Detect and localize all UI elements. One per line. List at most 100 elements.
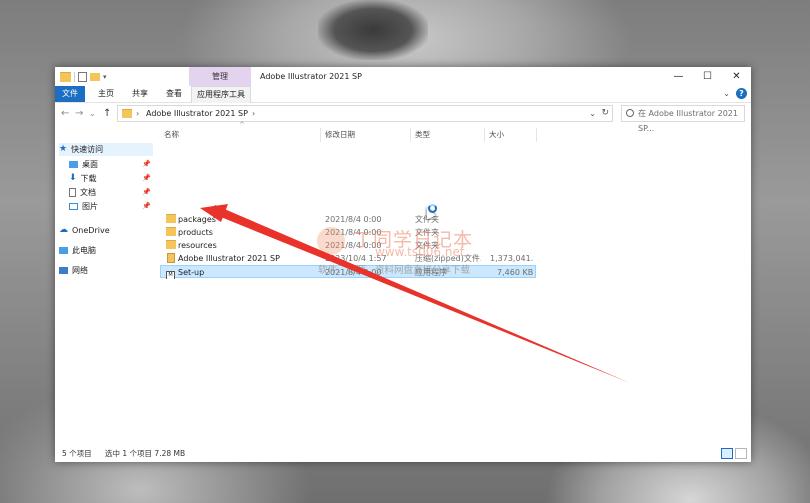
file-type: 应用程序 bbox=[415, 268, 447, 277]
sidebar-item-pictures[interactable]: 图片 📌 bbox=[69, 200, 153, 213]
file-name: Set-up bbox=[178, 268, 205, 277]
sidebar-item-quick-access[interactable]: ★ 快速访问 bbox=[59, 143, 153, 156]
exe-icon: M bbox=[166, 266, 175, 279]
ribbon-right-controls: ⌄ ? bbox=[723, 88, 747, 99]
sidebar-item-label: 网络 bbox=[72, 266, 88, 275]
folder-icon bbox=[166, 226, 176, 239]
tab-manage-context[interactable]: 管理 bbox=[189, 67, 251, 86]
sidebar-item-label: 图片 bbox=[82, 202, 98, 211]
view-toggle bbox=[721, 448, 747, 459]
quick-access-toolbar: ▾ bbox=[60, 71, 107, 82]
pin-icon: 📌 bbox=[142, 188, 151, 196]
maximize-button[interactable]: ☐ bbox=[693, 67, 722, 86]
refresh-icon[interactable]: ↻ bbox=[601, 106, 609, 121]
file-name: packages bbox=[178, 215, 216, 224]
file-row-selected[interactable]: M Set-up 2021/8/4 0:00 应用程序 7,460 KB bbox=[160, 265, 536, 279]
file-name: products bbox=[178, 228, 213, 237]
search-input[interactable]: 在 Adobe Illustrator 2021 SP... bbox=[621, 105, 745, 133]
computer-icon bbox=[59, 247, 68, 254]
column-separator[interactable] bbox=[320, 128, 321, 142]
file-type: 压缩(zipped)文件... bbox=[415, 254, 481, 263]
file-modified: 2021/8/4 0:00 bbox=[325, 228, 382, 237]
file-name: Adobe Illustrator 2021 SP bbox=[178, 254, 280, 263]
file-explorer-window: ▾ 管理 Adobe Illustrator 2021 SP — ☐ ✕ 文件 … bbox=[55, 67, 751, 462]
search-icon bbox=[626, 109, 634, 117]
column-separator[interactable] bbox=[410, 128, 411, 142]
sidebar-item-label: 文档 bbox=[80, 188, 96, 197]
recent-locations-button[interactable]: ⌄ bbox=[89, 109, 96, 118]
address-path[interactable]: Adobe Illustrator 2021 SP bbox=[146, 106, 248, 121]
title-bar: ▾ 管理 Adobe Illustrator 2021 SP — ☐ ✕ bbox=[55, 67, 751, 86]
back-button[interactable]: ← bbox=[61, 108, 69, 119]
chevron-right-icon[interactable]: › bbox=[252, 106, 255, 121]
zip-icon bbox=[167, 252, 175, 266]
tab-file[interactable]: 文件 bbox=[55, 86, 85, 102]
busy-spinner-icon bbox=[428, 204, 437, 213]
divider bbox=[74, 71, 75, 82]
file-row[interactable]: packages 2021/8/4 0:00 文件夹 bbox=[160, 213, 536, 226]
chevron-right-icon: › bbox=[136, 109, 140, 118]
folder-icon[interactable] bbox=[60, 71, 71, 82]
close-button[interactable]: ✕ bbox=[722, 67, 751, 86]
folder-icon bbox=[166, 213, 176, 226]
file-type: 文件夹 bbox=[415, 241, 439, 250]
new-folder-icon[interactable] bbox=[90, 72, 100, 81]
window-controls: — ☐ ✕ bbox=[664, 67, 751, 86]
tab-application-tools[interactable]: 应用程序工具 bbox=[191, 86, 251, 103]
network-icon bbox=[59, 267, 68, 274]
file-modified: 2021/8/4 0:00 bbox=[325, 215, 382, 224]
up-button[interactable]: ↑ bbox=[103, 108, 111, 119]
folder-icon bbox=[122, 109, 132, 118]
pin-icon: 📌 bbox=[142, 202, 151, 210]
forward-button[interactable]: → bbox=[75, 108, 83, 119]
sidebar-item-label: 下载 bbox=[80, 174, 97, 183]
address-dropdown-icon[interactable]: ⌄ bbox=[589, 106, 596, 121]
file-modified: 2023/10/4 1:57 bbox=[325, 254, 387, 263]
help-icon[interactable]: ? bbox=[736, 88, 747, 99]
pin-icon: 📌 bbox=[142, 174, 151, 182]
tab-view[interactable]: 查看 bbox=[161, 86, 187, 102]
folder-icon bbox=[166, 239, 176, 252]
file-type: 文件夹 bbox=[415, 228, 439, 237]
sidebar-item-documents[interactable]: 文档 📌 bbox=[69, 186, 153, 199]
file-list: ^ 名称 修改日期 类型 大小 packages 2021/8/4 0:00 文… bbox=[158, 121, 751, 445]
sidebar-item-this-pc[interactable]: 此电脑 bbox=[59, 244, 153, 257]
wallpaper-cat-nose bbox=[318, 0, 428, 60]
column-header-size[interactable]: 大小 bbox=[489, 128, 504, 142]
picture-icon bbox=[69, 203, 78, 210]
large-icons-view-icon[interactable] bbox=[735, 448, 747, 459]
sidebar-item-desktop[interactable]: 桌面 📌 bbox=[69, 158, 153, 171]
file-row[interactable]: resources 2021/8/4 0:00 文件夹 bbox=[160, 239, 536, 252]
selection-info: 选中 1 个项目 7.28 MB bbox=[105, 449, 186, 458]
column-separator[interactable] bbox=[484, 128, 485, 142]
file-row[interactable]: products 2021/8/4 0:00 文件夹 bbox=[160, 226, 536, 239]
minimize-button[interactable]: — bbox=[664, 67, 693, 86]
sort-arrow-icon: ^ bbox=[239, 121, 245, 129]
address-bar-row: ← → ⌄ ↑ › Adobe Illustrator 2021 SP › ⌄ … bbox=[55, 103, 751, 133]
details-view-icon[interactable] bbox=[721, 448, 733, 459]
sidebar-item-label: 快速访问 bbox=[71, 145, 104, 154]
column-separator[interactable] bbox=[536, 128, 537, 142]
status-bar: 5 个项目 选中 1 个项目 7.28 MB bbox=[55, 445, 751, 462]
file-size: 7,460 KB bbox=[497, 268, 534, 277]
cloud-icon: ☁ bbox=[59, 225, 68, 235]
column-header-type[interactable]: 类型 bbox=[415, 128, 430, 142]
download-icon: ⬇ bbox=[69, 173, 77, 183]
customize-toolbar-icon[interactable]: ▾ bbox=[103, 73, 107, 81]
file-modified: 2021/8/4 0:00 bbox=[325, 241, 382, 250]
expand-ribbon-icon[interactable]: ⌄ bbox=[723, 89, 730, 98]
sidebar-item-label: 桌面 bbox=[82, 160, 98, 169]
tab-home[interactable]: 主页 bbox=[93, 86, 119, 102]
sidebar-item-network[interactable]: 网络 bbox=[59, 264, 153, 277]
window-title: Adobe Illustrator 2021 SP bbox=[260, 72, 362, 81]
properties-icon[interactable] bbox=[78, 71, 87, 82]
star-icon: ★ bbox=[59, 144, 68, 154]
item-count: 5 个项目 bbox=[62, 449, 92, 458]
sidebar-item-downloads[interactable]: ⬇ 下载 📌 bbox=[69, 172, 153, 185]
sidebar-item-onedrive[interactable]: ☁ OneDrive bbox=[59, 224, 153, 237]
column-header-name[interactable]: 名称 bbox=[164, 128, 179, 142]
file-row[interactable]: Adobe Illustrator 2021 SP 2023/10/4 1:57… bbox=[160, 252, 536, 265]
address-box[interactable]: › Adobe Illustrator 2021 SP › ⌄ ↻ bbox=[117, 105, 613, 122]
tab-share[interactable]: 共享 bbox=[127, 86, 153, 102]
column-header-modified[interactable]: 修改日期 bbox=[325, 128, 355, 142]
